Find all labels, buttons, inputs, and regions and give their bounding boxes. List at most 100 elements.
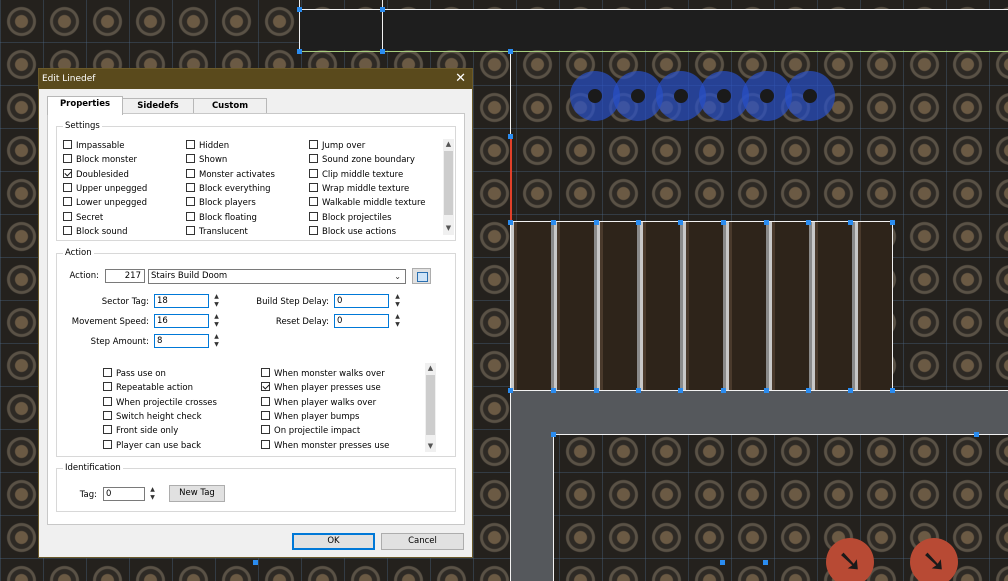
thing-blue[interactable]: [785, 71, 835, 121]
vertex[interactable]: [678, 220, 683, 225]
checkbox-icon[interactable]: [103, 439, 112, 449]
checkbox-icon[interactable]: [186, 140, 195, 149]
checkbox-icon[interactable]: [63, 225, 72, 235]
checkbox-icon[interactable]: [63, 140, 72, 149]
flag-checkbox[interactable]: Doublesided: [63, 168, 129, 181]
checkbox-icon[interactable]: [103, 410, 112, 420]
linedef[interactable]: [892, 222, 893, 390]
vertex[interactable]: [297, 49, 302, 54]
vertex[interactable]: [380, 49, 385, 54]
linedef[interactable]: [553, 434, 1008, 435]
linedef[interactable]: [510, 52, 511, 136]
vertex[interactable]: [848, 220, 853, 225]
linedef[interactable]: [510, 222, 511, 581]
vertex[interactable]: [763, 560, 768, 565]
checkbox-icon[interactable]: [261, 368, 270, 377]
vertex[interactable]: [551, 432, 556, 437]
movement-speed-spinner[interactable]: ▲ ▼: [212, 313, 221, 329]
vertex[interactable]: [508, 134, 513, 139]
scroll-thumb[interactable]: [426, 375, 435, 435]
sector-floor[interactable]: [300, 10, 1008, 50]
flag-checkbox[interactable]: Sound zone boundary: [309, 154, 415, 166]
checkbox-icon[interactable]: [103, 368, 112, 377]
activation-checkbox[interactable]: Pass use on: [103, 368, 166, 380]
scroll-up-icon[interactable]: ▲: [443, 139, 454, 150]
checkbox-icon[interactable]: [186, 168, 195, 178]
chevron-down-icon[interactable]: ⌄: [394, 270, 401, 283]
vertex[interactable]: [636, 388, 641, 393]
tab-sidedefs[interactable]: Sidedefs: [121, 98, 195, 114]
vertex[interactable]: [806, 388, 811, 393]
player-start-arrow-icon[interactable]: ➘: [910, 538, 958, 581]
checkbox-icon[interactable]: [261, 439, 270, 449]
flag-checkbox[interactable]: Walkable middle texture: [309, 197, 426, 209]
vertex[interactable]: [551, 220, 556, 225]
action-number-input[interactable]: 217: [105, 269, 145, 283]
activation-checkbox[interactable]: Repeatable action: [103, 382, 193, 394]
checkbox-icon[interactable]: [261, 425, 270, 435]
vertex[interactable]: [594, 220, 599, 225]
vertex[interactable]: [721, 220, 726, 225]
checkbox-icon[interactable]: [63, 182, 72, 192]
activation-checkbox[interactable]: When player walks over: [261, 396, 376, 409]
step-amount-input[interactable]: 8: [154, 334, 209, 348]
flag-checkbox[interactable]: Block sound: [63, 225, 128, 235]
checkbox-icon[interactable]: [103, 396, 112, 406]
checkbox-icon[interactable]: [186, 154, 195, 164]
sector-tag-spinner[interactable]: ▲ ▼: [212, 293, 221, 309]
flag-checkbox[interactable]: Lower unpegged: [63, 197, 147, 209]
activation-checkbox[interactable]: Front side only: [103, 425, 178, 437]
linedef[interactable]: [511, 390, 1008, 391]
settings-scrollbar[interactable]: ▲ ▼: [443, 139, 454, 235]
close-icon[interactable]: ✕: [455, 69, 466, 89]
activation-checkbox[interactable]: When monster walks over: [261, 368, 385, 380]
ok-button[interactable]: OK: [292, 533, 375, 550]
activation-checkbox[interactable]: Player can use back: [103, 439, 201, 452]
vertex[interactable]: [720, 560, 725, 565]
flag-checkbox[interactable]: Translucent: [186, 225, 248, 235]
activation-checkbox[interactable]: On projectile impact: [261, 425, 360, 437]
cancel-button[interactable]: Cancel: [381, 533, 464, 550]
step-amount-spinner[interactable]: ▲ ▼: [212, 333, 221, 349]
checkbox-icon[interactable]: [261, 410, 270, 420]
scroll-up-icon[interactable]: ▲: [425, 363, 436, 374]
linedef-selected[interactable]: [510, 136, 512, 222]
activation-checkbox[interactable]: When player presses use: [261, 382, 381, 394]
vertex[interactable]: [764, 220, 769, 225]
vertex[interactable]: [508, 388, 513, 393]
scroll-down-icon[interactable]: ▼: [425, 441, 436, 452]
player-start-arrow-icon[interactable]: ➘: [826, 538, 874, 581]
activation-checkbox[interactable]: When player bumps: [261, 410, 359, 423]
flag-checkbox[interactable]: Upper unpegged: [63, 182, 147, 195]
flag-checkbox[interactable]: Block everything: [186, 182, 271, 195]
sector-tag-input[interactable]: 18: [154, 294, 209, 308]
checkbox-icon[interactable]: [309, 182, 318, 192]
activation-checkbox[interactable]: When projectile crosses: [103, 396, 217, 409]
vertex[interactable]: [636, 220, 641, 225]
linedef[interactable]: [300, 9, 1008, 10]
tag-input[interactable]: 0: [103, 487, 145, 501]
checkbox-icon[interactable]: [63, 211, 72, 221]
vertex[interactable]: [764, 388, 769, 393]
checkbox-icon[interactable]: [309, 225, 318, 235]
tab-custom[interactable]: Custom: [193, 98, 267, 114]
vertex[interactable]: [974, 432, 979, 437]
flag-checkbox[interactable]: Block monster: [63, 154, 137, 166]
linedef[interactable]: [553, 434, 554, 581]
scroll-thumb[interactable]: [444, 151, 453, 215]
vertex[interactable]: [551, 388, 556, 393]
build-step-delay-spinner[interactable]: ▲ ▼: [393, 293, 402, 309]
vertex[interactable]: [253, 560, 258, 565]
vertex[interactable]: [848, 388, 853, 393]
checkbox-icon[interactable]: [261, 396, 270, 406]
checkbox-icon[interactable]: [63, 154, 72, 164]
stair-sectors[interactable]: [511, 222, 893, 390]
checkbox-icon[interactable]: [103, 382, 112, 392]
checkbox-icon[interactable]: [186, 211, 195, 221]
checkbox-icon[interactable]: [309, 197, 318, 207]
tag-spinner[interactable]: ▲ ▼: [148, 486, 157, 502]
flag-checkbox[interactable]: Block floating: [186, 211, 257, 224]
flag-checkbox[interactable]: Block use actions: [309, 225, 396, 235]
flag-checkbox[interactable]: Block players: [186, 197, 256, 209]
sector-floor[interactable]: [511, 390, 1008, 434]
